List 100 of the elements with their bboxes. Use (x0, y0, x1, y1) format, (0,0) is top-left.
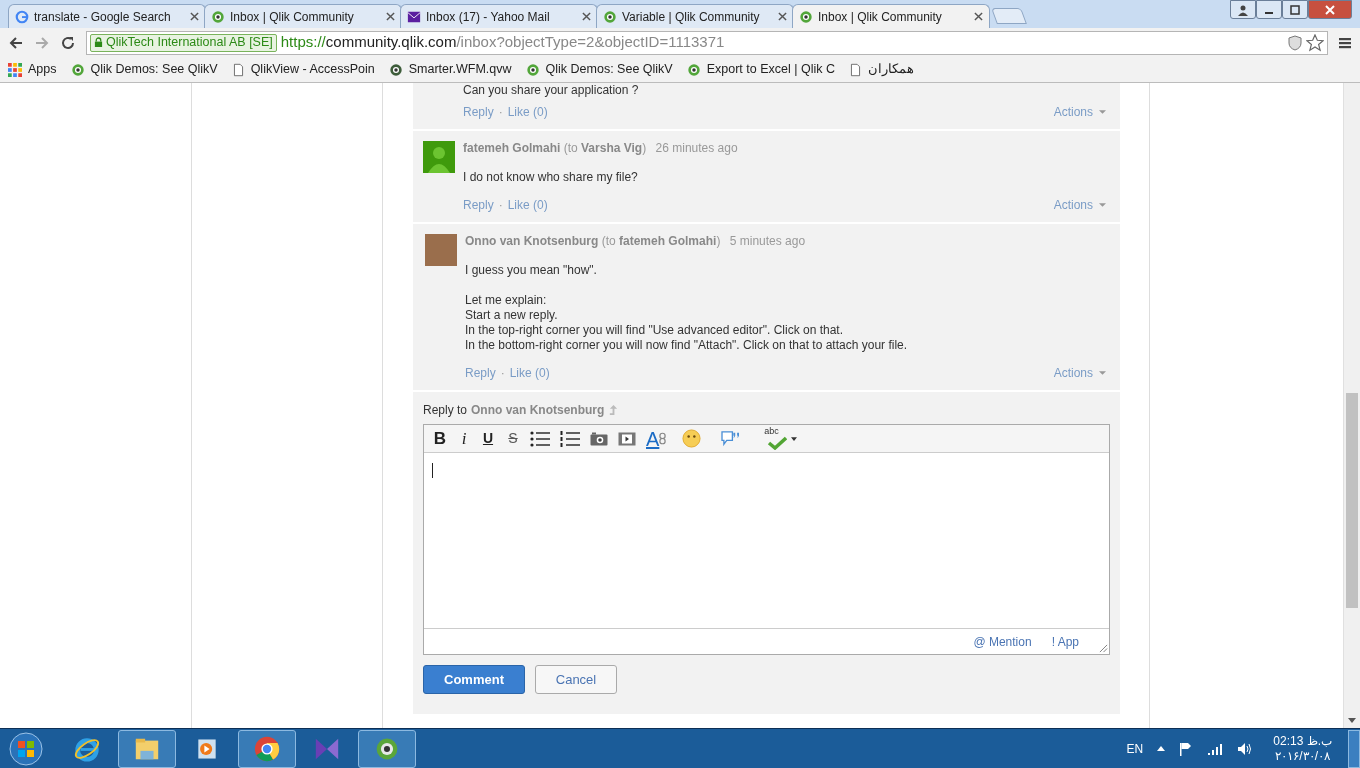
close-icon[interactable] (582, 12, 591, 21)
padlock-icon (94, 37, 103, 48)
scrollbar-thumb[interactable] (1346, 393, 1358, 608)
user-button[interactable] (1230, 0, 1256, 19)
speech-bubble-icon[interactable] (721, 430, 741, 447)
separator-dot: · (500, 365, 505, 382)
browser-tab[interactable]: translate - Google Search (8, 4, 206, 28)
user-icon (1237, 3, 1249, 16)
flag-icon[interactable] (1179, 741, 1194, 756)
bulleted-list-icon[interactable] (530, 430, 550, 447)
speaker-icon[interactable] (1237, 741, 1254, 756)
url-text: https://community.qlik.com/inbox?objectType=2&objectID=1113371 (280, 32, 726, 53)
envelope-icon (407, 9, 421, 24)
close-icon[interactable] (190, 12, 199, 21)
qlik-circle-icon (70, 62, 85, 77)
browser-tab[interactable]: Variable | Qlik Community (596, 4, 794, 28)
google-g-icon (15, 9, 29, 24)
bookmark-link[interactable]: Qlik Demos: See QlikV (70, 60, 218, 79)
qlik-circle-icon (211, 9, 225, 24)
language-indicator[interactable]: EN (1126, 739, 1144, 758)
minimize-icon (1265, 12, 1273, 14)
qlik-circle-icon (525, 62, 540, 77)
qlik-circle-icon (799, 9, 813, 24)
address-field[interactable]: QlikTech International AB [SE] https://community.qlik.com/inbox?objectType=2&objectID=1113371 (86, 30, 1328, 55)
checkmark-icon (767, 435, 788, 450)
separator-dot: · (498, 104, 503, 121)
mention-link[interactable]: @ Mention (973, 632, 1032, 651)
grid-icon (8, 62, 22, 77)
bookmark-link[interactable]: Apps (8, 60, 57, 79)
security-badge: QlikTech International AB [SE] (90, 33, 277, 52)
bookmark-link[interactable]: Smarter.WFM.qvw (388, 60, 512, 79)
cancel-button[interactable]: Cancel (535, 665, 617, 694)
page-icon (848, 62, 862, 77)
clock[interactable]: 02:13 ب.ظ ۲۰۱۶/۳۰/۰۸ (1267, 733, 1340, 764)
caret-icon (1099, 203, 1106, 207)
avatar-silhouette-icon (423, 141, 455, 173)
comment-button[interactable]: Comment (423, 665, 525, 694)
taskbar-app-button[interactable] (118, 729, 176, 768)
reload-icon[interactable] (60, 34, 76, 51)
italic-button[interactable]: i (458, 425, 470, 452)
maximize-icon (1289, 3, 1301, 16)
reply-to-label: Reply to (423, 402, 468, 419)
close-icon[interactable] (974, 12, 983, 21)
close-icon[interactable] (778, 12, 787, 21)
comment-header: fatemeh Golmahi (to Varsha Vig) 26 minutes ago (463, 141, 739, 157)
underline-button[interactable]: U (480, 428, 496, 449)
bookmark-link[interactable]: QlikView - AccessPoin (231, 60, 375, 79)
close-icon (1324, 3, 1336, 16)
link-button[interactable]: A (646, 428, 667, 449)
browser-tab[interactable]: Inbox | Qlik Community (792, 4, 990, 28)
caret-icon (791, 436, 798, 441)
taskbar-app-button[interactable] (358, 729, 416, 768)
qlik-circle-icon (686, 62, 701, 77)
star-icon[interactable] (1306, 33, 1324, 52)
show-hidden-icons-icon[interactable] (1157, 746, 1166, 751)
caret-icon (1099, 371, 1106, 375)
back-arrow-icon[interactable] (8, 34, 24, 51)
bookmark-link[interactable]: Export to Excel | Qlik C (686, 60, 835, 79)
browser-tab[interactable]: Inbox (17) - Yahoo Mail (400, 4, 598, 28)
spell-check-button[interactable]: abc (764, 427, 798, 450)
reply-target-name: Onno van Knotsenburg (471, 402, 605, 419)
qlik-circle-icon (603, 9, 617, 24)
taskbar-app-button[interactable] (238, 729, 296, 768)
bookmark-link[interactable]: همکاران (848, 60, 914, 79)
caret-icon (1099, 110, 1106, 114)
chain-link-icon (659, 432, 667, 445)
show-desktop-button[interactable] (1348, 729, 1360, 768)
signal-bars-icon[interactable] (1207, 742, 1224, 755)
strikethrough-button[interactable]: S (506, 428, 520, 449)
qlik-circle-icon (388, 62, 403, 77)
app-link[interactable]: ! App (1051, 632, 1079, 651)
scroll-down-icon[interactable] (1348, 718, 1356, 723)
minimize-button[interactable] (1256, 0, 1282, 19)
comment-text: Let me explain: Start a new reply. In the top-right corner you will find "Use advanced editor". Click on that. In the bottom-right corner you will now find "Attach". Click on that to attach your file. (465, 293, 909, 353)
comment-text: Can you share your application ? (462, 83, 640, 99)
text-cursor (432, 463, 433, 478)
close-button[interactable] (1308, 0, 1352, 19)
comment-text: I guess you mean "how". (465, 263, 598, 278)
comment-text: I do not know who share my file? (463, 170, 639, 185)
numbered-list-icon[interactable] (560, 430, 580, 447)
avatar-photo-placeholder (425, 234, 457, 266)
maximize-button[interactable] (1282, 0, 1308, 19)
bookmark-link[interactable]: Qlik Demos: See QlikV (525, 60, 673, 79)
clock-time: 02:13 ب.ظ (1273, 733, 1332, 749)
smiley-icon[interactable] (682, 429, 702, 448)
separator-dot: · (498, 197, 503, 214)
shield-icon[interactable] (1288, 34, 1302, 51)
comment-header: Onno van Knotsenburg (to fatemeh Golmahi) 5 minutes ago (465, 234, 807, 250)
film-icon[interactable] (618, 431, 636, 446)
windows-start-icon[interactable] (8, 730, 44, 767)
camera-icon[interactable] (590, 431, 608, 446)
browser-tab[interactable]: Inbox | Qlik Community (204, 4, 402, 28)
scrollbar[interactable] (1343, 83, 1360, 728)
chrome-circle-icon (253, 734, 281, 763)
resize-grip-icon[interactable] (1099, 644, 1108, 653)
clock-date: ۲۰۱۶/۳۰/۰۸ (1275, 748, 1330, 764)
menu-icon[interactable] (1338, 35, 1352, 50)
bold-button[interactable]: B (432, 425, 448, 452)
page-icon (231, 62, 245, 77)
close-icon[interactable] (386, 12, 395, 21)
